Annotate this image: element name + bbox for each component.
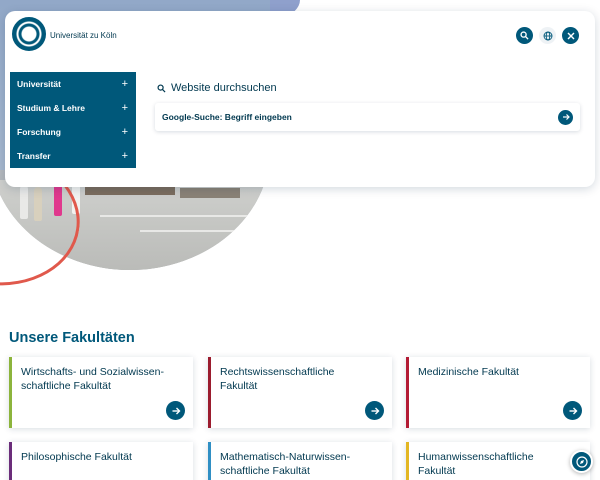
faculty-name: Humanwissenschaftliche Fakultät (418, 451, 534, 477)
faculty-card-humanities[interactable]: Humanwissenschaftliche Fakultät (406, 442, 590, 480)
faculty-name: Philosophische Fakultät (21, 451, 132, 463)
nav-item-studium-lehre[interactable]: Studium & Lehre + (10, 96, 136, 120)
search-input[interactable]: Google-Suche: Begriff eingeben (155, 103, 580, 131)
arrow-right-icon (569, 407, 577, 414)
university-logo[interactable] (12, 17, 46, 51)
compass-icon (575, 455, 588, 468)
faculty-name: Wirtschafts- und Sozialwissen-schaftlich… (21, 366, 164, 392)
faculty-name: Medizinische Fakultät (418, 366, 519, 378)
main-navigation: Universität + Studium & Lehre + Forschung +… (10, 72, 136, 168)
search-button[interactable] (516, 27, 533, 44)
plus-icon: + (121, 150, 128, 162)
nav-item-forschung[interactable]: Forschung + (10, 120, 136, 144)
language-button[interactable] (539, 27, 556, 44)
search-icon (157, 83, 166, 93)
faculty-card-medicine[interactable]: Medizinische Fakultät (406, 357, 590, 428)
faculty-card-philosophy[interactable]: Philosophische Fakultät (9, 442, 193, 480)
search-icon (520, 31, 529, 40)
university-name[interactable]: Universität zu Köln (50, 31, 117, 40)
faculty-card-law[interactable]: Rechtswissenschaftliche Fakultät (208, 357, 392, 428)
faculty-link-button[interactable] (166, 401, 185, 420)
faculty-name: Mathematisch-Naturwissen-schaftliche Fak… (220, 451, 351, 477)
search-submit-button[interactable] (558, 109, 573, 125)
main-menu-panel: Universität zu Köln Universität + Studium… (5, 11, 595, 187)
faculty-name: Rechtswissenschaftliche Fakultät (220, 366, 335, 392)
faculty-card-science[interactable]: Mathematisch-Naturwissen-schaftliche Fak… (208, 442, 392, 480)
arrow-right-icon (371, 407, 379, 414)
nav-item-transfer[interactable]: Transfer + (10, 144, 136, 168)
faculty-card-wiso[interactable]: Wirtschafts- und Sozialwissen-schaftlich… (9, 357, 193, 428)
header-actions (516, 27, 579, 44)
faculties-heading: Unsere Fakultäten (9, 330, 135, 346)
close-menu-button[interactable] (562, 27, 579, 44)
plus-icon: + (121, 126, 128, 138)
nav-item-universitaet[interactable]: Universität + (10, 72, 136, 96)
faculty-link-button[interactable] (563, 401, 582, 420)
close-icon (567, 32, 574, 39)
quick-navigation-button[interactable] (570, 450, 593, 473)
plus-icon: + (121, 78, 128, 90)
arrow-right-icon (172, 407, 180, 414)
globe-icon (543, 31, 552, 40)
faculty-link-button[interactable] (365, 401, 384, 420)
arrow-right-icon (562, 114, 570, 120)
search-placeholder: Google-Suche: Begriff eingeben (162, 112, 292, 122)
plus-icon: + (121, 102, 128, 114)
search-heading: Website durchsuchen (157, 82, 277, 94)
